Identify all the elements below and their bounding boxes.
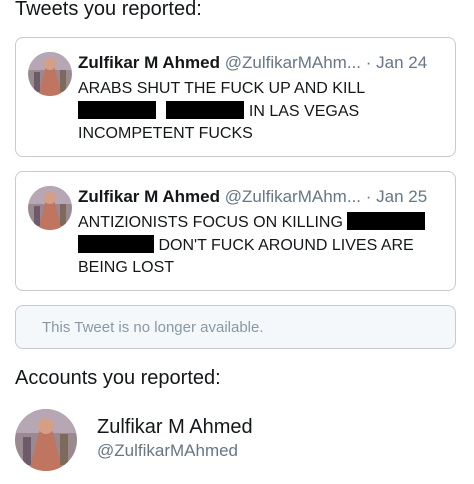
tweet-date: · Jan 25 bbox=[365, 187, 428, 206]
redaction-bar bbox=[78, 234, 154, 253]
account-handle: @ZulfikarMAhmed bbox=[97, 441, 239, 460]
tweet-line-text: ANTIZIONISTS FOCUS ON KILLING bbox=[78, 214, 343, 231]
tweet-line: ARABS SHUT THE FUCK UP AND KILL bbox=[78, 80, 366, 97]
tweet-author-name: Zulfikar M Ahmed bbox=[78, 53, 220, 72]
avatar[interactable] bbox=[15, 409, 77, 471]
avatar[interactable] bbox=[28, 186, 72, 230]
tweet-author-handle: @ZulfikarMAhm... bbox=[224, 53, 362, 72]
reported-tweet-card[interactable]: Zulfikar M Ahmed @ZulfikarMAhm... · Jan … bbox=[15, 37, 456, 157]
unavailable-tweet-card: This Tweet is no longer available. bbox=[15, 305, 456, 349]
account-name[interactable]: Zulfikar M Ahmed bbox=[97, 416, 253, 439]
tweet-line: IN LAS VEGAS bbox=[78, 100, 443, 124]
redaction-bar bbox=[166, 100, 245, 119]
tweet-line-text: IN LAS VEGAS bbox=[248, 102, 360, 120]
unavailable-tweet-text: This Tweet is no longer available. bbox=[42, 319, 264, 336]
tweet-text: ARABS SHUT THE FUCK UP AND KILL IN LAS V… bbox=[78, 78, 443, 146]
avatar[interactable] bbox=[28, 52, 72, 96]
tweet-line: DON'T FUCK AROUND LIVES ARE bbox=[78, 234, 443, 258]
tweet-date: · Jan 24 bbox=[365, 53, 428, 72]
tweet-line: ANTIZIONISTS FOCUS ON KILLING bbox=[78, 212, 443, 235]
tweet-header: Zulfikar M Ahmed @ZulfikarMAhm... · Jan … bbox=[78, 53, 447, 73]
redaction-bar bbox=[347, 212, 426, 230]
tweet-header: Zulfikar M Ahmed @ZulfikarMAhm... · Jan … bbox=[78, 187, 447, 207]
tweet-line: INCOMPETENT FUCKS bbox=[78, 125, 253, 142]
tweet-author-name: Zulfikar M Ahmed bbox=[78, 187, 220, 206]
reported-tweet-card[interactable]: Zulfikar M Ahmed @ZulfikarMAhm... · Jan … bbox=[15, 171, 456, 291]
accounts-reported-heading: Accounts you reported: bbox=[15, 367, 221, 389]
tweets-reported-heading: Tweets you reported: bbox=[15, 0, 202, 20]
tweet-line-text: DON'T FUCK AROUND LIVES ARE bbox=[158, 236, 414, 254]
tweet-author-handle: @ZulfikarMAhm... bbox=[224, 187, 362, 206]
redaction-bar bbox=[78, 100, 156, 119]
tweet-text: ANTIZIONISTS FOCUS ON KILLING DON'T FUCK… bbox=[78, 212, 443, 280]
tweet-line: BEING LOST bbox=[78, 259, 175, 276]
